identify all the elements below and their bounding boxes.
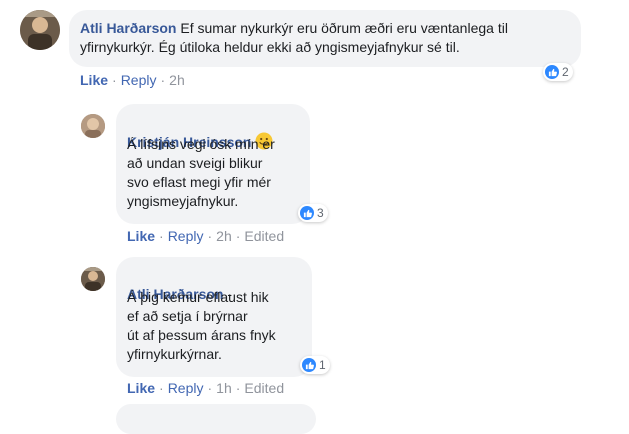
like-link[interactable]: Like [127, 380, 155, 396]
separator: · [207, 228, 213, 244]
avatar[interactable] [81, 114, 105, 138]
timestamp[interactable]: 2h [216, 228, 232, 244]
reaction-count-badge[interactable]: 2 [543, 63, 573, 81]
timestamp[interactable]: 1h [216, 380, 232, 396]
reaction-count: 2 [562, 65, 569, 79]
reply-link[interactable]: Reply [168, 380, 204, 396]
reaction-count: 3 [317, 206, 324, 220]
comment-text: Á lífsins vegi ósk mín er að undan sveig… [127, 136, 275, 209]
separator: · [160, 72, 166, 88]
comment-bubble-partial [116, 404, 316, 434]
reply-link[interactable]: Reply [168, 228, 204, 244]
reply-link[interactable]: Reply [121, 72, 157, 88]
comment-text: Á þig kemur eflaust hik ef að setja í br… [127, 289, 276, 362]
separator: · [112, 72, 117, 88]
like-link[interactable]: Like [80, 72, 108, 88]
comment-actions: Like · Reply · 1h · Edited [127, 380, 284, 396]
timestamp[interactable]: 2h [169, 72, 185, 88]
thumbs-up-icon [302, 358, 316, 372]
edited-label[interactable]: Edited [244, 380, 284, 396]
separator: · [235, 380, 241, 396]
avatar[interactable] [20, 10, 60, 50]
reaction-count-badge[interactable]: 1 [300, 356, 330, 374]
thumbs-up-icon [545, 65, 559, 79]
separator: · [207, 380, 213, 396]
comment-bubble: Atli Harðarson Ef sumar nykurkýr eru öðr… [69, 10, 581, 67]
comment-bubble: Kristján Hreinsson Á lífsins vegi ósk mí… [116, 104, 310, 224]
separator: · [235, 228, 241, 244]
comment-actions: Like · Reply · 2h [80, 72, 185, 88]
comment-actions: Like · Reply · 2h · Edited [127, 228, 284, 244]
avatar[interactable] [81, 267, 105, 291]
like-link[interactable]: Like [127, 228, 155, 244]
separator: · [159, 380, 164, 396]
comment-bubble: Atli Harðarson - Á þig kemur eflaust hik… [116, 257, 312, 377]
reaction-count: 1 [319, 358, 326, 372]
thumbs-up-icon [300, 206, 314, 220]
edited-label[interactable]: Edited [244, 228, 284, 244]
comment-author[interactable]: Atli Harðarson [80, 20, 176, 36]
separator: · [159, 228, 164, 244]
reaction-count-badge[interactable]: 3 [298, 204, 328, 222]
